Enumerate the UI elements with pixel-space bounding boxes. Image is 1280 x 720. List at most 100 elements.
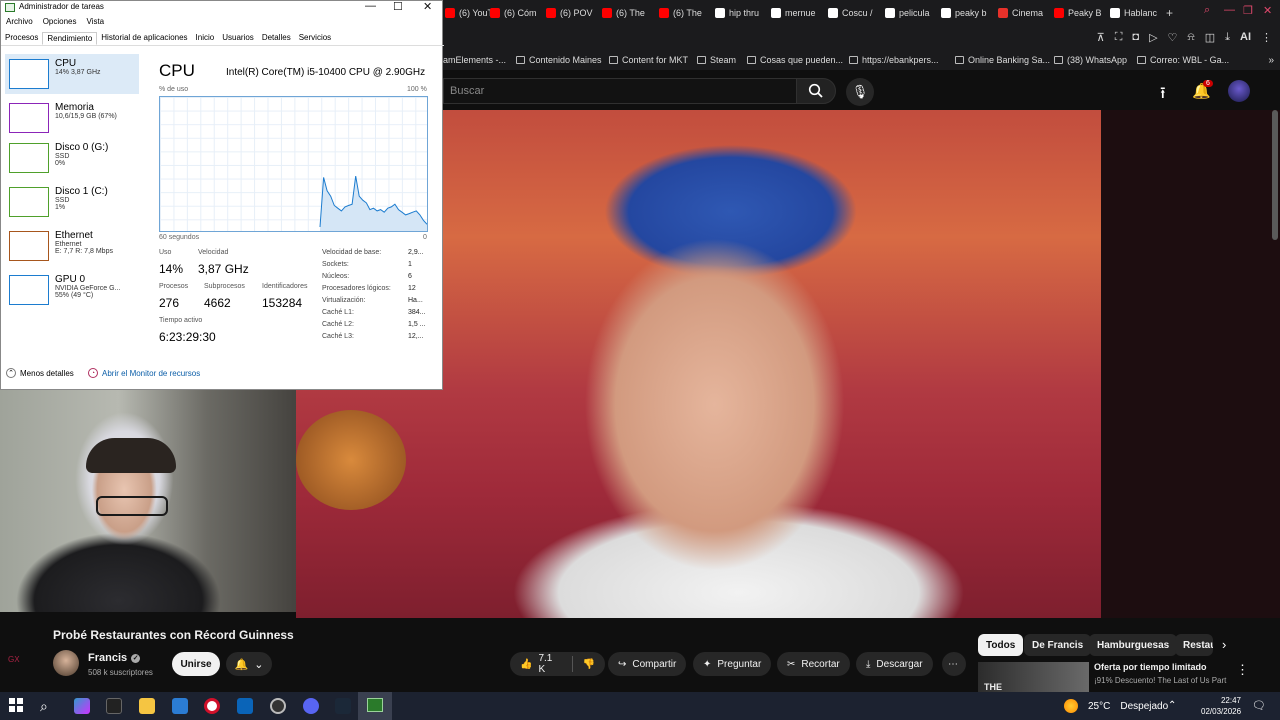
voice-search-button[interactable]: 🎙 — [846, 78, 874, 106]
browser-tab[interactable]: (6) Cóm — [490, 4, 542, 22]
tab-startup[interactable]: Inicio — [192, 32, 219, 45]
like-icon[interactable]: 👍 — [520, 659, 532, 670]
chip-all[interactable]: Todos — [978, 634, 1024, 656]
notifications-icon[interactable]: 🗨 — [1252, 699, 1266, 712]
browser-tab[interactable]: Cinema — [998, 4, 1050, 22]
search-tabs-icon[interactable]: ⌕ — [1204, 4, 1210, 17]
upload-icon[interactable]: ⭱ — [1160, 82, 1166, 109]
like-count[interactable]: 7.1 K — [538, 653, 561, 675]
bookmark-item[interactable]: Online Banking Sa... — [955, 55, 1050, 65]
channel-name-text[interactable]: Francis — [88, 652, 127, 664]
browser-tab[interactable]: Coscu / — [828, 4, 880, 22]
download-button[interactable]: ⤓ Descargar — [856, 652, 933, 676]
menu-view[interactable]: Vista — [86, 17, 104, 26]
share-button[interactable]: ↪ Compartir — [608, 652, 687, 676]
chip-restaurants[interactable]: Restau — [1175, 634, 1213, 656]
bookmark-item[interactable]: Correo: WBL - Ga... — [1137, 55, 1229, 65]
bookmark-item[interactable]: amElements -... — [443, 55, 506, 65]
discord-icon[interactable] — [303, 698, 319, 714]
fewer-details-button[interactable]: ⌃ Menos detalles — [6, 368, 74, 378]
tab-performance[interactable]: Rendimiento — [42, 32, 98, 45]
bookmark-item[interactable]: Cosas que pueden... — [747, 55, 843, 65]
search-button[interactable] — [796, 78, 836, 104]
tab-processes[interactable]: Procesos — [1, 32, 42, 45]
browser-tab[interactable]: hip thru — [715, 4, 767, 22]
dislike-icon[interactable]: 👎 — [583, 659, 595, 670]
copilot-icon[interactable] — [74, 698, 90, 714]
calculator-icon[interactable] — [172, 698, 188, 714]
more-actions-button[interactable]: ⋯ — [942, 652, 966, 676]
menu-file[interactable]: Archivo — [6, 17, 33, 26]
task-manager-taskbar-button[interactable] — [358, 692, 392, 720]
search-input[interactable]: Buscar — [443, 78, 796, 104]
channel-name[interactable]: Francis ✓ — [88, 652, 141, 664]
bookmark-item[interactable]: https://ebankpers... — [849, 55, 939, 65]
outlook-icon[interactable] — [237, 698, 253, 714]
resource-item-disco-0-g-[interactable]: Disco 0 (G:) SSD 0% — [5, 138, 139, 178]
browser-tab[interactable]: pelicula — [885, 4, 937, 22]
chip-burgers[interactable]: Hamburguesas — [1089, 634, 1178, 656]
resource-item-disco-1-c-[interactable]: Disco 1 (C:) SSD 1% — [5, 182, 139, 222]
play-icon[interactable]: ▷ — [1149, 31, 1157, 49]
camera-icon[interactable]: ◫ — [1205, 31, 1215, 49]
shield-icon[interactable]: ◘ — [1132, 31, 1139, 49]
menu-options[interactable]: Opciones — [43, 17, 77, 26]
weather-widget[interactable]: 25°C Despejado — [1064, 699, 1168, 713]
close-icon[interactable]: ✕ — [423, 0, 432, 13]
new-tab-button[interactable]: + — [1166, 4, 1173, 22]
browser-tab[interactable]: Hablanc — [1110, 4, 1162, 22]
minimize-icon[interactable]: — — [365, 0, 376, 12]
terminal-icon[interactable] — [106, 698, 122, 714]
channel-avatar[interactable] — [53, 650, 79, 676]
screenshot-icon[interactable]: ⛶ — [1115, 31, 1123, 49]
tab-users[interactable]: Usuarios — [218, 32, 258, 45]
bookmark-item[interactable]: (38) WhatsApp — [1054, 55, 1127, 65]
search-icon[interactable]: ⌕ — [40, 698, 56, 714]
bookmark-item[interactable]: Steam — [697, 55, 736, 65]
join-button[interactable]: Unirse — [172, 652, 220, 676]
wallet-icon[interactable]: ⍾ — [1187, 31, 1194, 49]
clip-button[interactable]: ✂ Recortar — [777, 652, 850, 676]
user-avatar[interactable] — [1228, 80, 1250, 102]
minimize-icon[interactable]: — — [1224, 4, 1235, 16]
browser-tab[interactable]: mernue — [771, 4, 823, 22]
page-scrollbar[interactable] — [1272, 110, 1278, 240]
steam-icon[interactable] — [335, 698, 351, 714]
browser-tab[interactable]: peaky b — [941, 4, 993, 22]
resource-item-ethernet[interactable]: Ethernet Ethernet E: 7,7 R: 7,8 Mbps — [5, 226, 139, 266]
file-explorer-icon[interactable] — [139, 698, 155, 714]
tab-app-history[interactable]: Historial de aplicaciones — [97, 32, 191, 45]
bookmarks-overflow-icon[interactable]: » — [1268, 55, 1274, 66]
browser-tab[interactable]: Peaky B — [1054, 4, 1106, 22]
bookmark-item[interactable]: Content for MKT — [609, 55, 688, 65]
restore-icon[interactable]: ❐ — [1243, 4, 1253, 17]
pin-icon[interactable]: ⊼ — [1097, 31, 1105, 49]
chip-from-channel[interactable]: De Francis — [1024, 634, 1092, 656]
browser-tab[interactable]: (6) The — [602, 4, 654, 22]
ask-button[interactable]: ✦ Preguntar — [693, 652, 772, 676]
download-icon[interactable]: ⤓ — [1225, 31, 1230, 49]
windows-start-icon[interactable] — [9, 698, 25, 714]
ad-thumbnail[interactable]: THE — [978, 662, 1089, 692]
open-resource-monitor-link[interactable]: ◔ Abrir el Monitor de recursos — [88, 368, 200, 378]
resource-item-gpu-0[interactable]: GPU 0 NVIDIA GeForce G... 55% (49 °C) — [5, 270, 139, 310]
chevron-up-icon[interactable]: ⌃ — [1168, 700, 1176, 711]
maximize-icon[interactable]: ☐ — [393, 0, 403, 13]
tab-services[interactable]: Servicios — [295, 32, 335, 45]
ad-title[interactable]: Oferta por tiempo limitado — [1094, 662, 1207, 672]
bookmark-item[interactable]: Contenido Maines — [516, 55, 602, 65]
more-icon[interactable]: ⋮ — [1261, 31, 1272, 49]
resource-item-cpu[interactable]: CPU 14% 3,87 GHz — [5, 54, 139, 94]
heart-icon[interactable]: ♡ — [1168, 31, 1178, 49]
close-icon[interactable]: ✕ — [1263, 4, 1272, 17]
opera-gx-icon[interactable] — [204, 698, 220, 714]
browser-tab[interactable]: (6) The — [659, 4, 711, 22]
obs-icon[interactable] — [270, 698, 286, 714]
resource-item-memoria[interactable]: Memoria 10,6/15,9 GB (67%) — [5, 98, 139, 138]
ad-menu-icon[interactable]: ⋮ — [1236, 662, 1249, 678]
chevron-right-icon[interactable]: › — [1222, 637, 1226, 652]
taskbar-clock[interactable]: 22:47 02/03/2026 — [1201, 695, 1241, 717]
ai-button[interactable]: AI — [1240, 31, 1251, 49]
browser-tab[interactable]: (6) POV — [546, 4, 598, 22]
tab-details[interactable]: Detalles — [258, 32, 295, 45]
